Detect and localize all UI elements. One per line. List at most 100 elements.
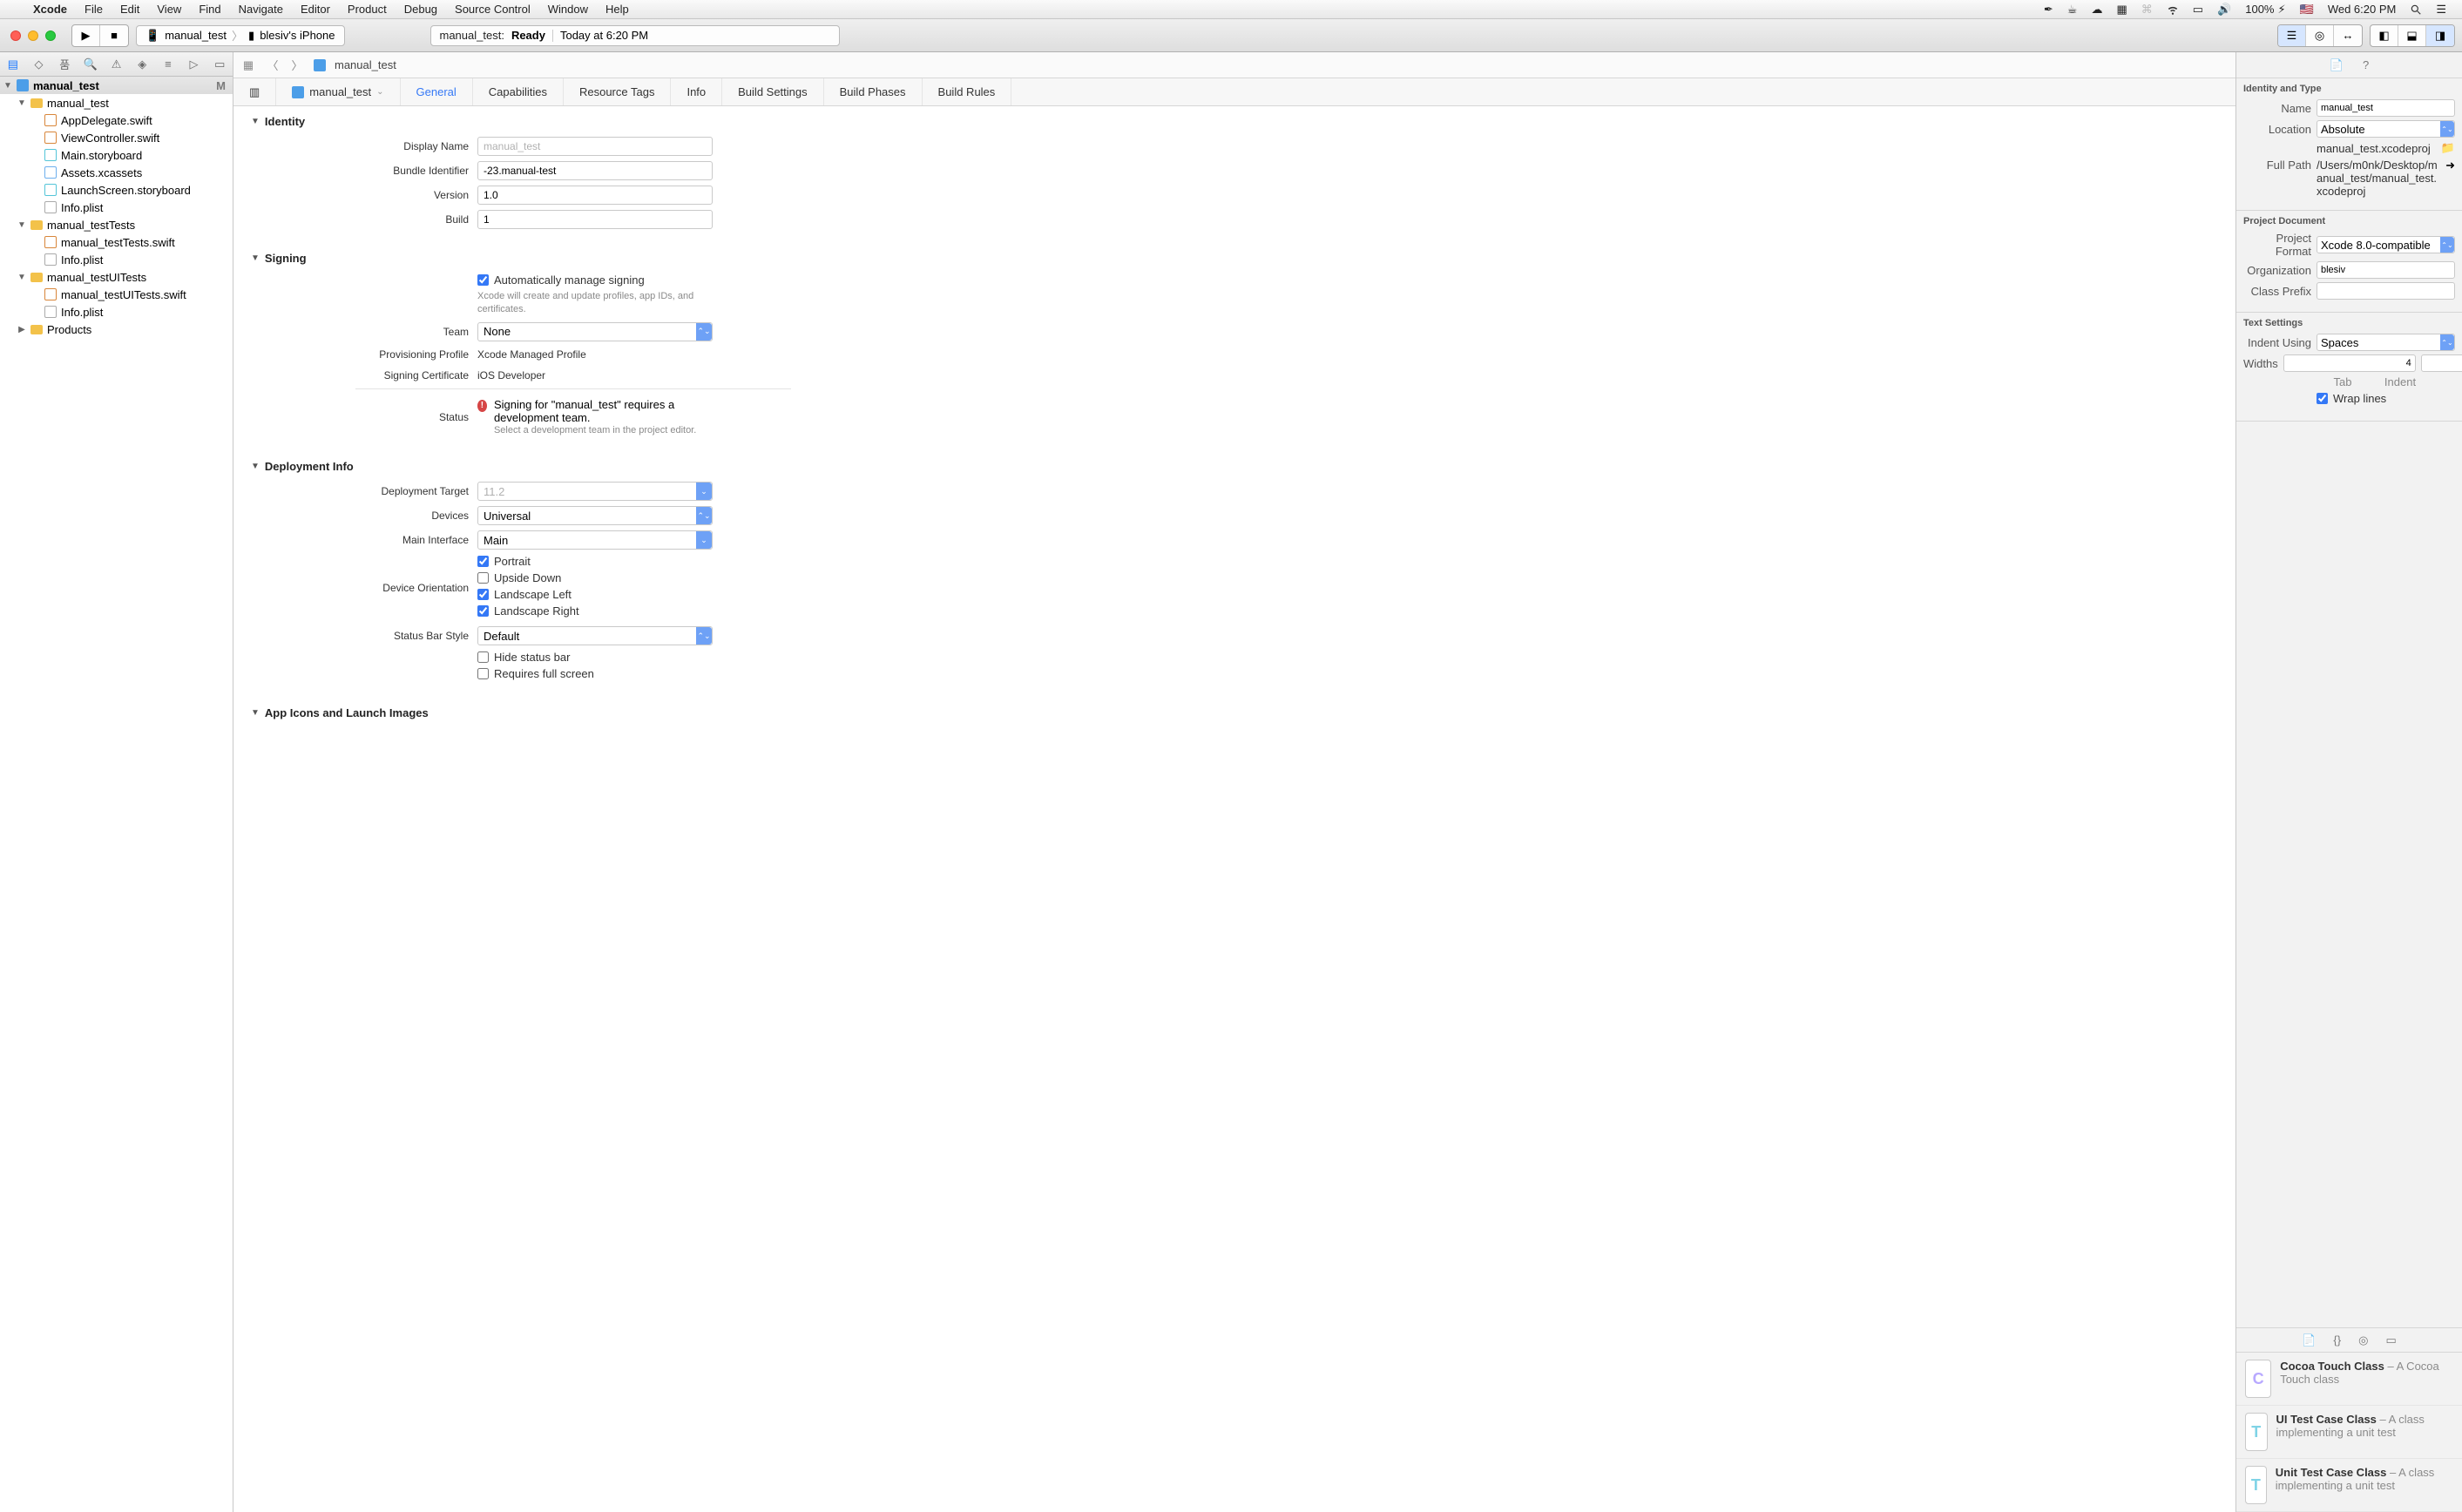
target-selector[interactable]: manual_test ⌄ (276, 78, 400, 105)
disclosure-icon[interactable]: ▼ (17, 273, 26, 282)
menu-window[interactable]: Window (539, 3, 597, 16)
statusbar-style-selector[interactable]: Default⌃⌄ (477, 626, 713, 645)
display-name-input[interactable] (477, 137, 713, 156)
jump-bar-item[interactable]: manual_test (335, 58, 396, 71)
version-input[interactable] (477, 186, 713, 205)
disclosure-icon[interactable]: ▼ (251, 253, 260, 263)
menu-help[interactable]: Help (597, 3, 638, 16)
feather-icon[interactable]: ✒︎ (2037, 3, 2060, 17)
menu-product[interactable]: Product (339, 3, 396, 16)
assistant-editor-button[interactable]: ◎ (2306, 25, 2334, 46)
tab-resourcetags[interactable]: Resource Tags (564, 78, 671, 105)
menu-edit[interactable]: Edit (112, 3, 148, 16)
tab-capabilities[interactable]: Capabilities (473, 78, 564, 105)
nav-item[interactable]: Assets.xcassets (0, 164, 233, 181)
insp-prefix-input[interactable] (2317, 282, 2455, 300)
mug-icon[interactable]: ☕︎ (2060, 3, 2085, 17)
library-item[interactable]: TUnit Test Case Class – A class implemen… (2236, 1459, 2462, 1512)
insp-tab-width-input[interactable] (2283, 354, 2416, 372)
menu-view[interactable]: View (148, 3, 190, 16)
stop-button[interactable]: ■ (100, 25, 128, 46)
nav-item[interactable]: Info.plist (0, 303, 233, 321)
library-item[interactable]: TUI Test Case Class – A class implementi… (2236, 1406, 2462, 1459)
nav-item[interactable]: Info.plist (0, 199, 233, 216)
project-navigator-icon[interactable]: ▤ (5, 57, 21, 71)
landscape-left-checkbox[interactable]: Landscape Left (477, 588, 713, 601)
quick-help-icon[interactable]: ? (2363, 58, 2369, 71)
app-menu[interactable]: Xcode (24, 3, 76, 16)
deployment-target-selector[interactable]: 11.2⌄ (477, 482, 713, 501)
bluetooth-icon[interactable]: ⌘ (2134, 3, 2160, 17)
requires-fullscreen-checkbox[interactable]: Requires full screen (477, 667, 713, 680)
nav-item[interactable]: ViewController.swift (0, 129, 233, 146)
report-navigator-icon[interactable]: ▭ (212, 57, 227, 71)
toggle-debug-button[interactable]: ⬓ (2398, 25, 2426, 46)
bundle-id-input[interactable] (477, 161, 713, 180)
clock[interactable]: Wed 6:20 PM (2321, 3, 2404, 16)
auto-manage-signing-checkbox[interactable]: Automatically manage signing (477, 273, 713, 287)
nav-item[interactable]: Main.storyboard (0, 146, 233, 164)
nav-item[interactable]: AppDelegate.swift (0, 111, 233, 129)
tab-info[interactable]: Info (671, 78, 722, 105)
test-navigator-icon[interactable]: ◈ (134, 57, 150, 71)
nav-item[interactable]: ▼manual_testTests (0, 216, 233, 233)
disclosure-icon[interactable]: ▼ (251, 117, 260, 126)
tab-buildrules[interactable]: Build Rules (923, 78, 1012, 105)
back-button[interactable]: 〈 (265, 57, 281, 73)
portrait-checkbox[interactable]: Portrait (477, 555, 713, 568)
upsidedown-checkbox[interactable]: Upside Down (477, 571, 713, 584)
breakpoint-navigator-icon[interactable]: ▷ (186, 57, 202, 71)
menu-find[interactable]: Find (190, 3, 229, 16)
nav-item[interactable]: ▼manual_testUITests (0, 268, 233, 286)
toggle-navigator-button[interactable]: ◧ (2371, 25, 2398, 46)
build-input[interactable] (477, 210, 713, 229)
standard-editor-button[interactable]: ☰ (2278, 25, 2306, 46)
disclosure-icon[interactable]: ▼ (251, 708, 260, 718)
menu-sourcecontrol[interactable]: Source Control (446, 3, 539, 16)
team-selector[interactable]: None⌃⌄ (477, 322, 713, 341)
nav-root[interactable]: ▼manual_testM (0, 77, 233, 94)
disclosure-icon[interactable]: ▼ (251, 462, 260, 471)
run-button[interactable]: ▶ (72, 25, 100, 46)
insp-name-input[interactable] (2317, 99, 2455, 117)
related-items-icon[interactable]: ▦ (240, 58, 256, 72)
file-template-icon[interactable]: 📄 (2302, 1333, 2316, 1347)
object-library-icon[interactable]: ◎ (2358, 1333, 2368, 1347)
insp-format-selector[interactable]: Xcode 8.0-compatible⌃⌄ (2317, 236, 2455, 253)
minimize-button[interactable] (28, 30, 38, 41)
debug-navigator-icon[interactable]: ≡ (160, 57, 176, 71)
version-editor-button[interactable]: ↔ (2334, 25, 2362, 46)
wrap-lines-checkbox[interactable]: Wrap lines (2317, 392, 2386, 405)
insp-indent-width-input[interactable] (2421, 354, 2462, 372)
menu-debug[interactable]: Debug (396, 3, 446, 16)
landscape-right-checkbox[interactable]: Landscape Right (477, 604, 713, 618)
media-library-icon[interactable]: ▭ (2385, 1333, 2396, 1347)
tab-general[interactable]: General (401, 78, 473, 105)
hide-statusbar-checkbox[interactable]: Hide status bar (477, 651, 713, 664)
scheme-selector[interactable]: 📱 manual_test 〉 ▮ blesiv's iPhone (136, 25, 345, 46)
file-inspector-icon[interactable]: 📄 (2330, 58, 2344, 72)
spotlight-icon[interactable] (2403, 3, 2429, 16)
nav-item[interactable]: manual_testTests.swift (0, 233, 233, 251)
insp-indent-selector[interactable]: Spaces⌃⌄ (2317, 334, 2455, 351)
tab-buildphases[interactable]: Build Phases (824, 78, 923, 105)
flag-icon[interactable]: 🇺🇸 (2293, 3, 2321, 17)
display-icon[interactable]: ▭ (2186, 3, 2210, 17)
nav-item[interactable]: manual_testUITests.swift (0, 286, 233, 303)
volume-icon[interactable]: 🔊 (2210, 3, 2238, 17)
forward-button[interactable]: 〉 (289, 57, 305, 73)
symbol-navigator-icon[interactable]: ◇ (31, 57, 47, 71)
sys-tray-icon[interactable]: ▦ (2109, 3, 2134, 17)
sidebar-toggle-icon[interactable]: ▥ (233, 78, 276, 105)
reveal-icon[interactable]: ➜ (2445, 159, 2455, 172)
devices-selector[interactable]: Universal⌃⌄ (477, 506, 713, 525)
nav-item[interactable]: ▶Products (0, 321, 233, 338)
insp-location-selector[interactable]: Absolute⌃⌄ (2317, 120, 2455, 138)
insp-org-input[interactable] (2317, 261, 2455, 279)
menu-editor[interactable]: Editor (292, 3, 339, 16)
issue-navigator-icon[interactable]: ⚠︎ (109, 57, 125, 71)
code-snippet-icon[interactable]: {} (2333, 1333, 2341, 1347)
menu-navigate[interactable]: Navigate (230, 3, 292, 16)
disclosure-icon[interactable]: ▼ (17, 220, 26, 230)
disclosure-icon[interactable]: ▼ (3, 81, 12, 91)
